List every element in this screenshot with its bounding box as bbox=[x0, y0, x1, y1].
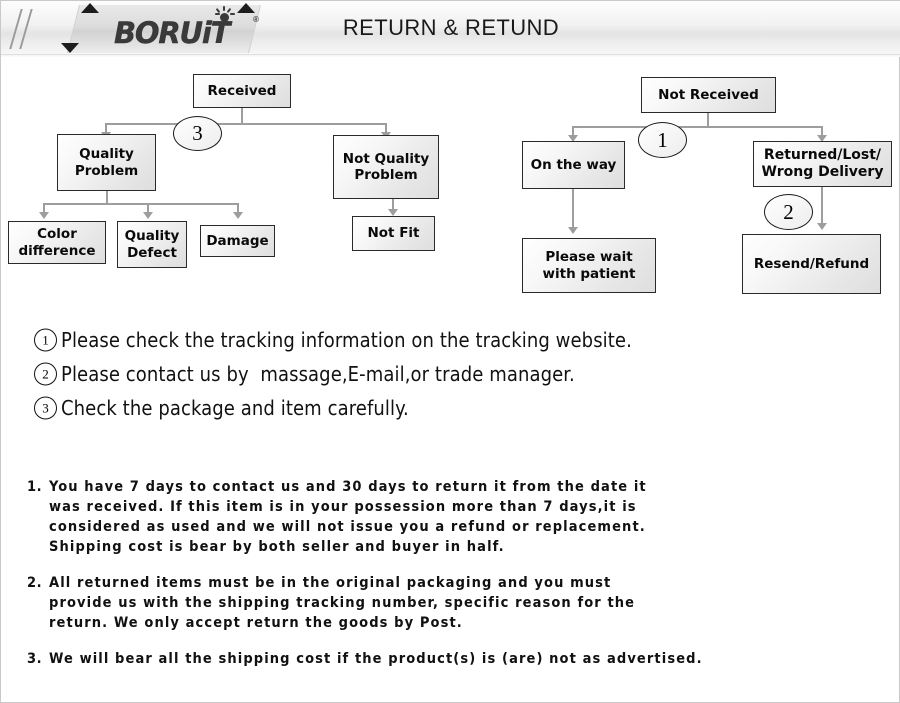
node-quality-defect: Quality Defect bbox=[117, 221, 187, 268]
connector-rl-stub bbox=[821, 187, 823, 224]
connector-qp-bus bbox=[43, 203, 238, 205]
connector-not-received-stub bbox=[707, 113, 709, 127]
node-not-fit: Not Fit bbox=[352, 216, 435, 251]
note-text: Check the package and item carefully. bbox=[61, 396, 409, 420]
node-resend-refund: Resend/Refund bbox=[742, 234, 881, 294]
note-item: 2 Please contact us by massage,E-mail,or… bbox=[1, 357, 900, 391]
policy-text: All returned items must be in the origin… bbox=[49, 575, 636, 631]
policy-marker: 3. bbox=[27, 651, 43, 667]
node-received: Received bbox=[193, 74, 291, 108]
note-item: 3 Check the package and item carefully. bbox=[1, 391, 900, 425]
notes-list: 1 Please check the tracking information … bbox=[1, 323, 900, 425]
policy-marker: 2. bbox=[27, 575, 43, 591]
connector-received-stub bbox=[241, 108, 243, 124]
note-text: Please contact us by massage,E-mail,or t… bbox=[61, 362, 575, 386]
arrow-to-color-difference-icon bbox=[39, 212, 49, 219]
note-number-badge: 2 bbox=[34, 362, 57, 386]
page-title: RETURN & RETUND bbox=[342, 15, 560, 40]
arrow-to-not-fit-icon bbox=[388, 209, 398, 216]
note-item: 1 Please check the tracking information … bbox=[1, 323, 900, 357]
arrow-to-resend-refund-icon bbox=[817, 223, 827, 230]
policy-item: 2. All returned items must be in the ori… bbox=[1, 573, 900, 633]
note-text: Please check the tracking information on… bbox=[61, 328, 632, 352]
return-refund-page: BORUiT ® RETURN & RETUND Received 3 Qual… bbox=[0, 0, 900, 703]
node-not-quality-problem: Not Quality Problem bbox=[333, 135, 439, 199]
header-divider bbox=[1, 54, 900, 56]
node-please-wait-with-patient: Please wait with patient bbox=[522, 238, 656, 293]
flowchart: Received 3 Quality Problem Not Quality P… bbox=[1, 57, 900, 311]
node-returned-lost-wrong-delivery: Returned/Lost/ Wrong Delivery bbox=[753, 141, 892, 187]
badge-3: 3 bbox=[173, 116, 222, 151]
connector-otw-stub bbox=[572, 189, 574, 228]
policy-item: 3. We will bear all the shipping cost if… bbox=[1, 649, 900, 669]
note-number-badge: 1 bbox=[34, 328, 57, 352]
policy-marker: 1. bbox=[27, 479, 43, 495]
badge-1: 1 bbox=[638, 122, 687, 158]
badge-2: 2 bbox=[764, 194, 813, 230]
arrow-to-damage-icon bbox=[233, 212, 243, 219]
policy-text: You have 7 days to contact us and 30 day… bbox=[49, 479, 647, 555]
node-not-received: Not Received bbox=[641, 77, 776, 113]
connector-received-bus bbox=[106, 123, 386, 125]
node-color-difference: Color difference bbox=[8, 221, 106, 264]
arrow-to-please-wait-icon bbox=[568, 227, 578, 234]
policy-list: 1. You have 7 days to contact us and 30 … bbox=[1, 477, 900, 679]
node-quality-problem: Quality Problem bbox=[57, 134, 156, 191]
policy-item: 1. You have 7 days to contact us and 30 … bbox=[1, 477, 900, 557]
connector-not-received-bus bbox=[573, 126, 823, 128]
arrow-to-quality-defect-icon bbox=[143, 212, 153, 219]
page-header: BORUiT ® RETURN & RETUND bbox=[1, 1, 900, 57]
note-number-badge: 3 bbox=[34, 396, 57, 420]
node-damage: Damage bbox=[200, 225, 275, 257]
node-on-the-way: On the way bbox=[522, 141, 625, 189]
policy-text: We will bear all the shipping cost if th… bbox=[49, 651, 703, 667]
